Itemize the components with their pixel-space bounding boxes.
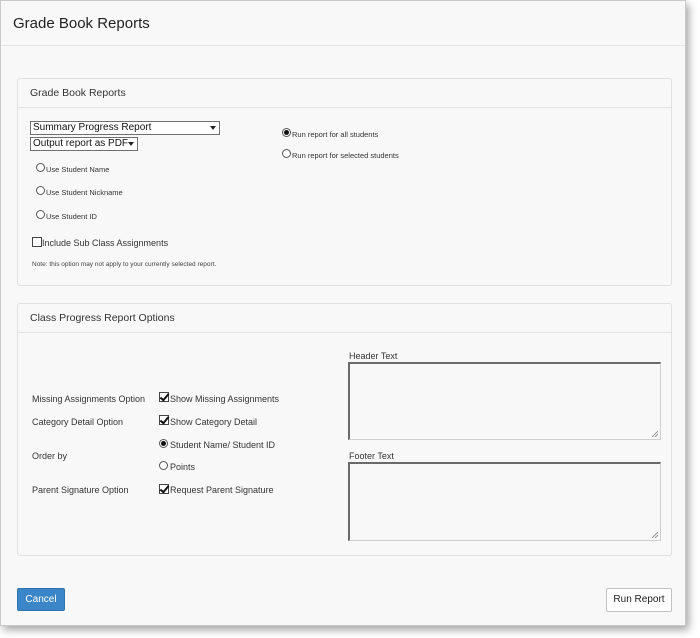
category-detail-option-label: Category Detail Option: [32, 417, 124, 427]
grade-book-reports-panel: Grade Book Reports Summary Progress Repo…: [17, 78, 672, 286]
request-parent-signature-label: Request Parent Signature: [170, 485, 274, 495]
report-note: Note: this option may not apply to your …: [32, 261, 217, 268]
footer-text-input[interactable]: [348, 462, 661, 541]
request-parent-signature-checkbox[interactable]: [159, 484, 169, 494]
parent-signature-option-label: Parent Signature Option: [32, 485, 129, 495]
show-category-detail-label: Show Category Detail: [170, 417, 258, 427]
order-points-radio[interactable]: [159, 461, 168, 470]
order-student-name-radio[interactable]: [159, 439, 168, 448]
report-panel-heading: Grade Book Reports: [18, 79, 671, 108]
include-sub-class-checkbox[interactable]: [32, 237, 42, 247]
use-student-nickname-radio[interactable]: [36, 186, 45, 195]
all-students-label: Run report for all students: [292, 130, 379, 139]
order-by-label: Order by: [32, 451, 68, 461]
missing-assignments-option-label: Missing Assignments Option: [32, 394, 146, 404]
report-type-select[interactable]: Summary Progress Report: [30, 121, 220, 135]
use-student-name-radio[interactable]: [36, 163, 45, 172]
title-divider: [1, 45, 685, 46]
dialog-title: Grade Book Reports: [13, 15, 150, 32]
use-student-name-label: Use Student Name: [46, 165, 110, 174]
order-student-name-label: Student Name/ Student ID: [170, 440, 276, 450]
class-progress-options-panel: Class Progress Report Options Missing As…: [17, 303, 672, 556]
show-category-detail-checkbox[interactable]: [159, 415, 169, 425]
use-student-id-radio[interactable]: [36, 210, 45, 219]
selected-students-radio[interactable]: [282, 149, 291, 158]
order-points-label: Points: [170, 462, 196, 472]
show-missing-assignments-checkbox[interactable]: [159, 392, 169, 402]
header-text-input[interactable]: [348, 362, 661, 440]
run-report-button[interactable]: Run Report: [606, 588, 672, 612]
chevron-down-icon: [128, 142, 134, 146]
include-sub-class-label: Include Sub Class Assignments: [42, 238, 169, 248]
use-student-id-label: Use Student ID: [46, 212, 97, 221]
cancel-button[interactable]: Cancel: [17, 588, 65, 611]
header-text-label: Header Text: [349, 351, 398, 361]
selected-students-label: Run report for selected students: [292, 151, 399, 160]
footer-text-label: Footer Text: [349, 451, 394, 461]
chevron-down-icon: [210, 126, 216, 130]
options-panel-heading: Class Progress Report Options: [18, 304, 671, 333]
use-student-nickname-label: Use Student Nickname: [46, 188, 123, 197]
all-students-radio[interactable]: [282, 128, 291, 137]
report-type-value: Summary Progress Report: [33, 122, 152, 133]
output-format-value: Output report as PDF: [33, 138, 129, 149]
output-format-select[interactable]: Output report as PDF: [30, 137, 138, 151]
show-missing-assignments-label: Show Missing Assignments: [170, 394, 280, 404]
resize-grip-icon[interactable]: [652, 431, 658, 437]
resize-grip-icon[interactable]: [652, 532, 658, 538]
grade-book-reports-dialog: Grade Book Reports Grade Book Reports Su…: [0, 0, 686, 626]
